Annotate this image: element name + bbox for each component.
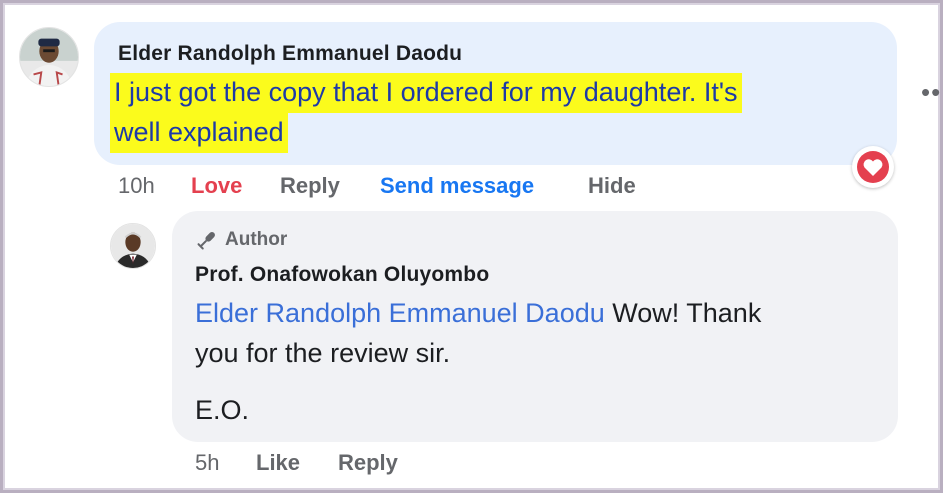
commenter-name[interactable]: Elder Randolph Emmanuel Daodu (118, 42, 462, 66)
reply-author-avatar[interactable] (110, 223, 156, 269)
comment-actions-row: 10h Love Reply Send message Hide (0, 173, 943, 203)
commenter-avatar[interactable] (19, 27, 79, 87)
love-button[interactable]: Love (191, 173, 242, 199)
comment-text-line-1: I just got the copy that I ordered for m… (110, 73, 742, 113)
hide-button[interactable]: Hide (588, 173, 636, 199)
like-button[interactable]: Like (256, 450, 300, 476)
reply-text-part-1: Wow! Thank (604, 298, 762, 328)
author-badge-label: Author (225, 229, 288, 250)
author-badge: Author (195, 227, 287, 253)
send-message-button[interactable]: Send message (380, 173, 534, 199)
mention-link[interactable]: Elder Randolph Emmanuel Daodu (195, 298, 605, 328)
reply-text: Elder Randolph Emmanuel Daodu Wow! Thank… (195, 293, 875, 373)
reply-text-part-2: you for the review sir. (195, 338, 451, 368)
ellipsis-icon[interactable]: •• (921, 79, 941, 105)
reply-button[interactable]: Reply (280, 173, 340, 199)
reply-signature: E.O. (195, 395, 250, 425)
reply-reply-button[interactable]: Reply (338, 450, 398, 476)
reply-actions-row: 5h Like Reply (0, 450, 943, 480)
comment-timestamp[interactable]: 10h (118, 173, 155, 199)
microphone-icon (197, 232, 215, 250)
reply-author-name[interactable]: Prof. Onafowokan Oluyombo (195, 263, 489, 287)
comment-text-line-2: well explained (110, 113, 288, 153)
reply-timestamp[interactable]: 5h (195, 450, 219, 476)
